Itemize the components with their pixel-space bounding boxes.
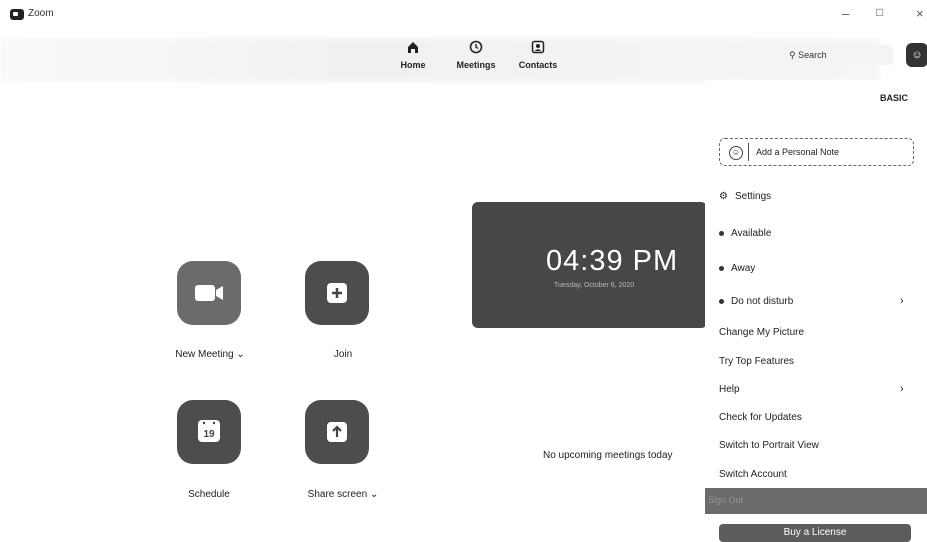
chevron-right-icon: › (900, 295, 904, 307)
menu-item-available[interactable]: Available (719, 228, 771, 239)
menu-item-help[interactable]: Help (719, 384, 740, 395)
share-screen-button[interactable] (305, 400, 369, 464)
no-meetings-text: No upcoming meetings today (543, 450, 673, 461)
chevron-right-icon: › (900, 383, 904, 395)
tab-contacts[interactable]: Contacts (508, 40, 568, 70)
menu-item-change-picture[interactable]: Change My Picture (719, 327, 804, 338)
tab-home[interactable]: Home (383, 40, 443, 70)
menu-item-away[interactable]: Away (719, 263, 755, 274)
clock-time: 04:39 PM (546, 245, 679, 277)
menu-item-settings[interactable]: ⚙ Settings (719, 191, 771, 202)
tab-contacts-label: Contacts (518, 60, 558, 70)
status-dot-icon (719, 298, 724, 304)
contacts-icon (508, 40, 568, 58)
maximize-button[interactable]: □ (876, 5, 883, 19)
clock-date: Tuesday, October 6, 2020 (554, 282, 635, 289)
personal-note-field[interactable]: ☺ Add a Personal Note (719, 138, 914, 166)
share-screen-dropdown-icon[interactable]: ⌄ (370, 489, 378, 500)
plan-badge: BASIC (880, 93, 909, 103)
tab-home-label: Home (400, 60, 426, 70)
plus-icon (327, 283, 347, 303)
calendar-icon: 19 (198, 420, 220, 442)
smiley-icon: ☺ (729, 146, 743, 160)
tab-meetings-label: Meetings (456, 60, 496, 70)
new-meeting-button[interactable] (177, 261, 241, 325)
join-button[interactable] (305, 261, 369, 325)
tab-meetings[interactable]: Meetings (446, 40, 506, 70)
close-button[interactable]: × (916, 6, 924, 21)
note-divider (748, 143, 749, 161)
status-dot-icon (719, 265, 724, 271)
gear-icon: ⚙ (719, 191, 728, 202)
menu-item-do-not-disturb[interactable]: Do not disturb (719, 296, 793, 307)
window-title: Zoom (28, 8, 54, 19)
new-meeting-dropdown-icon[interactable]: ⌄ (236, 349, 244, 360)
search-input[interactable]: ⚲ Search (783, 45, 893, 65)
menu-item-try-features[interactable]: Try Top Features (719, 356, 794, 367)
menu-item-check-updates[interactable]: Check for Updates (719, 412, 802, 423)
menu-item-portrait-view[interactable]: Switch to Portrait View (719, 440, 819, 451)
video-camera-icon (195, 285, 223, 301)
clock-icon (446, 40, 506, 58)
search-placeholder: Search (798, 50, 827, 60)
share-arrow-icon (327, 422, 347, 442)
title-bar: Zoom – □ × (0, 0, 927, 34)
menu-item-switch-account[interactable]: Switch Account (719, 469, 787, 480)
new-meeting-label: New Meeting ⌄ (175, 349, 245, 360)
buy-license-button[interactable]: Buy a License (719, 524, 911, 542)
join-label: Join (333, 349, 353, 360)
status-dot-icon (719, 230, 724, 236)
share-screen-label: Share screen ⌄ (307, 489, 379, 500)
search-icon: ⚲ (789, 50, 796, 60)
home-icon (383, 40, 443, 58)
sign-out-label: Sign Out (708, 495, 744, 505)
zoom-logo-icon (10, 9, 24, 20)
personal-note-placeholder: Add a Personal Note (756, 147, 840, 157)
schedule-button[interactable]: 19 (177, 400, 241, 464)
avatar[interactable]: ☺ (906, 43, 927, 67)
calendar-day: 19 (203, 429, 215, 440)
minimize-button[interactable]: – (842, 6, 849, 21)
schedule-label: Schedule (188, 489, 230, 500)
